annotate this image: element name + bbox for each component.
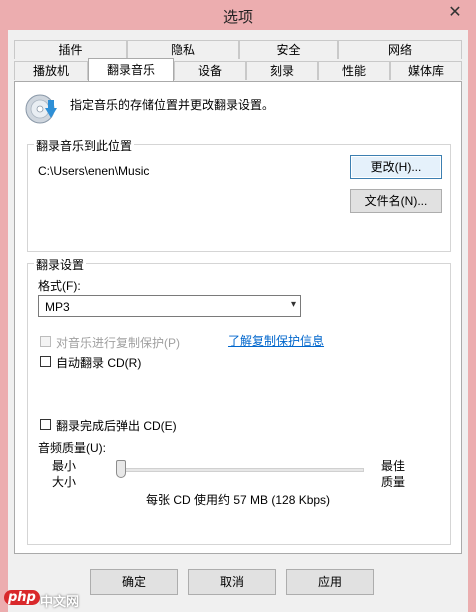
tab-burn[interactable]: 刻录 — [246, 61, 318, 80]
quality-max-line1: 最佳 — [381, 459, 406, 473]
filename-button[interactable]: 文件名(N)... — [350, 189, 442, 213]
rip-location-title: 翻录音乐到此位置 — [34, 137, 135, 154]
quality-max-line2: 质量 — [381, 475, 406, 489]
dialog-client: 插件 隐私 安全 网络 播放机 翻录音乐 设备 刻录 性能 媒体库 指定音乐的存… — [8, 30, 468, 612]
chevron-down-icon: ▾ — [290, 299, 296, 310]
tab-player[interactable]: 播放机 — [14, 61, 88, 80]
watermark-brand: php — [4, 590, 40, 605]
window-title: 选项 — [222, 9, 253, 26]
tab-network[interactable]: 网络 — [338, 40, 462, 59]
audio-quality-label: 音频质量(U): — [38, 441, 106, 455]
audio-quality-slider-track[interactable] — [116, 468, 364, 472]
tab-library[interactable]: 媒体库 — [390, 61, 462, 80]
watermark-site: 中文网 — [40, 595, 80, 610]
audio-quality-slider-thumb[interactable] — [116, 460, 126, 478]
close-icon[interactable]: ✕ — [444, 3, 466, 23]
watermark: php 中文网 — [0, 588, 110, 612]
copy-protect-label: 对音乐进行复制保护(P) — [56, 336, 180, 350]
cancel-button[interactable]: 取消 — [188, 569, 276, 595]
title-bar: 选项 ✕ — [0, 0, 476, 30]
eject-checkbox[interactable] — [40, 419, 51, 430]
copy-protect-link[interactable]: 了解复制保护信息 — [228, 332, 324, 349]
tab-plugins[interactable]: 插件 — [14, 40, 127, 59]
format-select[interactable]: MP3 ▾ — [38, 295, 301, 317]
copy-protect-checkbox[interactable] — [40, 336, 51, 347]
change-location-button[interactable]: 更改(H)... — [350, 155, 442, 179]
format-label: 格式(F): — [38, 279, 81, 293]
quality-min-line2: 大小 — [52, 475, 77, 489]
rip-settings-group: 翻录设置 格式(F): MP3 ▾ 对音乐进行复制保护(P) 了解复制保护信息 … — [27, 256, 451, 545]
apply-button[interactable]: 应用 — [286, 569, 374, 595]
tab-row-top: 插件 隐私 安全 网络 — [14, 40, 462, 60]
auto-rip-checkbox[interactable] — [40, 356, 51, 367]
tab-security[interactable]: 安全 — [239, 40, 338, 59]
rip-settings-title: 翻录设置 — [34, 256, 87, 273]
format-select-value: MP3 — [45, 300, 70, 314]
tab-performance[interactable]: 性能 — [318, 61, 390, 80]
cd-icon — [25, 94, 57, 124]
panel-description: 指定音乐的存储位置并更改翻录设置。 — [70, 98, 275, 112]
rip-location-path: C:\Users\enen\Music — [38, 164, 150, 178]
rip-location-group: 翻录音乐到此位置 C:\Users\enen\Music 更改(H)... 文件… — [27, 137, 451, 252]
tab-row-bottom: 播放机 翻录音乐 设备 刻录 性能 媒体库 — [14, 58, 462, 81]
auto-rip-label: 自动翻录 CD(R) — [56, 356, 142, 370]
tab-privacy[interactable]: 隐私 — [127, 40, 239, 59]
tab-rip-music[interactable]: 翻录音乐 — [88, 58, 174, 81]
tab-devices[interactable]: 设备 — [174, 61, 246, 80]
eject-label: 翻录完成后弹出 CD(E) — [56, 419, 177, 433]
quality-min-line1: 最小 — [52, 459, 77, 473]
rip-music-panel: 指定音乐的存储位置并更改翻录设置。 翻录音乐到此位置 C:\Users\enen… — [14, 81, 462, 554]
quality-info: 每张 CD 使用约 57 MB (128 Kbps) — [146, 493, 331, 507]
